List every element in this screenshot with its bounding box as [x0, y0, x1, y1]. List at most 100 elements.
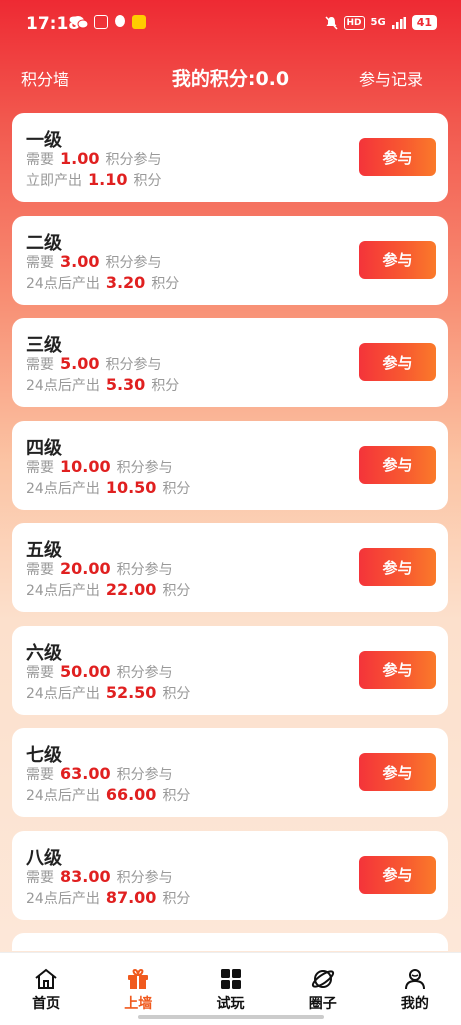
join-suffix: 积分参与 — [105, 357, 162, 373]
output-prefix: 24点后产出 — [26, 685, 100, 702]
join-button[interactable]: 参与 — [359, 445, 436, 484]
participation-records-link[interactable]: 参与记录 — [359, 66, 423, 90]
join-button[interactable]: 参与 — [359, 548, 436, 586]
nav-home[interactable]: 首页 — [0, 953, 92, 1025]
output-line: 24点后产出 22.00 积分 — [26, 580, 190, 600]
cost-line: 需要 63.00 积分参与 — [26, 764, 173, 784]
cost-value: 50.00 — [60, 661, 111, 681]
nav-label: 上墙 — [124, 996, 153, 1012]
system-status: HD 5G 41 — [324, 15, 437, 30]
user-icon — [404, 969, 425, 990]
output-prefix: 24点后产出 — [26, 583, 100, 599]
cost-line: 需要 83.00 积分参与 — [26, 867, 173, 887]
output-line: 24点后产出 5.30 积分 — [26, 375, 179, 395]
cost-value: 5.00 — [60, 354, 100, 373]
cost-line: 需要 1.00 积分参与 — [26, 149, 161, 169]
join-button[interactable]: 参与 — [359, 343, 436, 381]
cost-line: 需要 3.00 积分参与 — [26, 252, 161, 272]
need-label: 需要 — [26, 869, 54, 886]
level-card: 五级 需要 20.00 积分参与 24点后产出 22.00 积分 参与 — [12, 523, 448, 612]
cost-line: 需要 50.00 积分参与 — [26, 662, 173, 682]
output-line: 24点后产出 66.00 积分 — [26, 785, 190, 805]
points-label: 积分 — [162, 583, 191, 599]
battery-icon: 41 — [411, 15, 437, 30]
level-card: 七级 需要 63.00 积分参与 24点后产出 66.00 积分 参与 — [12, 728, 448, 817]
nav-label: 试玩 — [216, 996, 245, 1012]
nav-label: 圈子 — [308, 996, 337, 1012]
need-label: 需要 — [26, 562, 54, 578]
output-value: 1.10 — [88, 170, 128, 189]
home-icon — [35, 968, 57, 989]
output-prefix: 24点后产出 — [26, 480, 100, 497]
planet-icon — [311, 970, 334, 988]
hd-indicator: HD — [343, 15, 365, 30]
level-card: 一级 需要 1.00 积分参与 立即产出 1.10 积分 参与 — [12, 113, 448, 202]
level-card: 六级 需要 50.00 积分参与 24点后产出 52.50 积分 参与 — [12, 625, 448, 715]
join-button[interactable]: 参与 — [359, 753, 436, 791]
cost-value: 63.00 — [60, 764, 111, 783]
nav-label: 我的 — [400, 996, 429, 1012]
page-header: 积分墙 我的积分:0.0 参与记录 — [0, 44, 461, 108]
qq-icon — [115, 15, 125, 27]
output-prefix: 立即产出 — [26, 173, 82, 189]
points-label: 积分 — [162, 890, 191, 907]
join-button[interactable]: 参与 — [359, 240, 436, 279]
level-card-partial — [12, 933, 448, 951]
inbox-icon — [94, 15, 108, 29]
points-label: 积分 — [162, 480, 191, 497]
points-label: 积分 — [151, 378, 180, 394]
output-line: 24点后产出 10.50 积分 — [26, 478, 190, 498]
status-bar: 17:18 HD 5G 41 — [0, 0, 461, 44]
points-label: 积分 — [162, 685, 191, 702]
join-suffix: 积分参与 — [105, 254, 162, 271]
join-suffix: 积分参与 — [116, 767, 173, 783]
output-prefix: 24点后产出 — [26, 275, 100, 292]
app-badge-icon — [132, 15, 146, 29]
join-suffix: 积分参与 — [116, 459, 173, 476]
points-label: 积分 — [151, 275, 180, 292]
output-prefix: 24点后产出 — [26, 788, 100, 804]
output-prefix: 24点后产出 — [26, 890, 100, 907]
cost-value: 20.00 — [60, 559, 111, 578]
level-card: 二级 需要 3.00 积分参与 24点后产出 3.20 积分 参与 — [12, 215, 448, 305]
output-value: 66.00 — [105, 785, 157, 804]
output-line: 24点后产出 52.50 积分 — [26, 683, 190, 703]
join-suffix: 积分参与 — [116, 562, 173, 578]
output-value: 52.50 — [105, 682, 157, 702]
level-card: 八级 需要 83.00 积分参与 24点后产出 87.00 积分 参与 — [12, 830, 448, 920]
output-line: 24点后产出 3.20 积分 — [26, 273, 179, 293]
nav-mine[interactable]: 我的 — [369, 953, 461, 1025]
join-suffix: 积分参与 — [116, 664, 173, 681]
cost-value: 3.00 — [60, 251, 100, 271]
need-label: 需要 — [26, 152, 54, 168]
nav-label: 首页 — [32, 996, 61, 1012]
gift-icon — [128, 968, 149, 989]
level-card: 三级 需要 5.00 积分参与 24点后产出 5.30 积分 参与 — [12, 318, 448, 407]
wechat-icon — [72, 16, 88, 29]
signal-icon — [391, 16, 406, 29]
level-card: 四级 需要 10.00 积分参与 24点后产出 10.50 积分 参与 — [12, 420, 448, 510]
points-label: 积分 — [133, 173, 162, 189]
cost-value: 83.00 — [60, 866, 111, 886]
home-indicator[interactable] — [138, 1015, 324, 1019]
output-value: 87.00 — [105, 887, 157, 907]
cost-value: 10.00 — [60, 456, 111, 476]
join-button[interactable]: 参与 — [359, 650, 436, 689]
mute-icon — [324, 15, 338, 30]
need-label: 需要 — [26, 459, 54, 476]
output-line: 立即产出 1.10 积分 — [26, 170, 161, 190]
need-label: 需要 — [26, 664, 54, 681]
join-button[interactable]: 参与 — [359, 138, 436, 176]
level-list: 一级 需要 1.00 积分参与 立即产出 1.10 积分 参与 二级 需要 3.00 积分参… — [12, 113, 448, 965]
need-label: 需要 — [26, 357, 54, 373]
notification-icons — [72, 15, 146, 29]
output-value: 5.30 — [105, 375, 146, 394]
output-value: 22.00 — [105, 580, 157, 599]
output-prefix: 24点后产出 — [26, 378, 100, 394]
points-label: 积分 — [162, 788, 191, 804]
join-button[interactable]: 参与 — [359, 855, 436, 894]
need-label: 需要 — [26, 254, 54, 271]
output-value: 3.20 — [105, 272, 146, 292]
output-line: 24点后产出 87.00 积分 — [26, 888, 190, 908]
join-suffix: 积分参与 — [116, 869, 173, 886]
